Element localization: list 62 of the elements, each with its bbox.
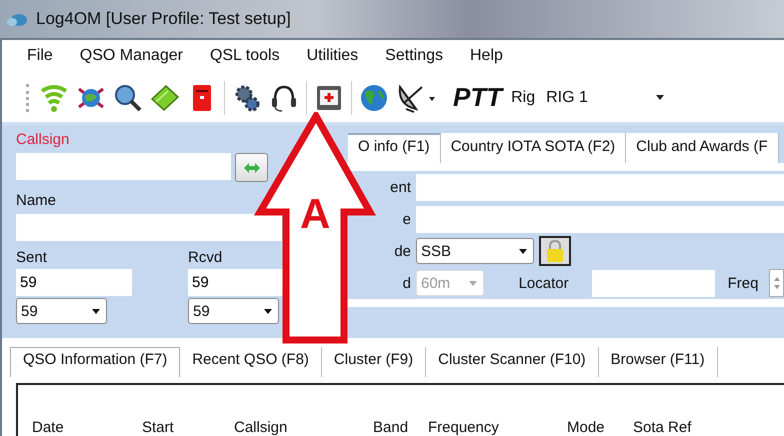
menu-item[interactable]: Help: [470, 47, 503, 74]
tab[interactable]: Cluster (F9): [322, 347, 426, 377]
locator-label: Locator: [518, 274, 569, 292]
rcvd-label: Rcvd: [188, 249, 224, 267]
menu-item[interactable]: File: [27, 47, 53, 74]
menu-item[interactable]: QSO Manager: [80, 47, 183, 74]
sent-input[interactable]: 59: [16, 269, 132, 296]
sent-label: Sent: [16, 249, 48, 267]
tab[interactable]: Club and Awards (F: [626, 133, 779, 163]
caret-icon: [92, 308, 100, 314]
tab[interactable]: Browser (F11): [598, 347, 718, 377]
lookup-button[interactable]: [235, 153, 268, 182]
window-title: Log4OM [User Profile: Test setup]: [36, 9, 291, 29]
rig-label: Rig: [511, 88, 536, 107]
column-header[interactable]: Mode: [567, 419, 633, 436]
search-icon[interactable]: [113, 82, 143, 113]
tab[interactable]: Country IOTA SOTA (F2): [440, 133, 626, 163]
field-label: e: [402, 210, 411, 228]
menu-item[interactable]: Settings: [385, 47, 443, 74]
locator-input[interactable]: [592, 270, 715, 296]
rcvd-dropdown[interactable]: 59: [188, 298, 279, 324]
caret-icon: [656, 95, 664, 100]
tab[interactable]: QSO Information (F7): [10, 347, 180, 377]
padlock-icon: [545, 239, 565, 263]
name-input[interactable]: [16, 214, 282, 241]
rig-dropdown[interactable]: RIG 1: [546, 88, 664, 107]
text-input[interactable]: [416, 174, 784, 200]
mode-dropdown[interactable]: SSB: [416, 238, 534, 264]
mode-label: de: [394, 242, 411, 260]
frequency-spinner[interactable]: [769, 269, 784, 297]
name-label: Name: [16, 192, 58, 210]
column-header[interactable]: Frequency: [428, 419, 567, 436]
column-header[interactable]: Callsign: [234, 419, 373, 436]
lock-button[interactable]: [539, 236, 571, 266]
tab[interactable]: O info (F1): [348, 133, 441, 163]
app-icon: [6, 11, 28, 27]
satellite-dish-icon[interactable]: [396, 82, 438, 113]
field-label: ent: [390, 178, 411, 196]
freq-label: Freq: [728, 274, 758, 292]
toolbar-grip: [26, 84, 32, 112]
column-header[interactable]: Date: [32, 419, 142, 436]
double-arrow-icon: [242, 160, 260, 174]
caret-icon: [468, 280, 477, 286]
callsign-label: Callsign: [16, 131, 70, 149]
column-header[interactable]: Start: [142, 419, 234, 436]
column-header[interactable]: Sota Ref: [633, 419, 782, 436]
menu-item[interactable]: QSL tools: [210, 47, 280, 74]
menu-item[interactable]: Utilities: [306, 47, 358, 74]
tab[interactable]: Cluster Scanner (F10): [426, 347, 599, 377]
sent-dropdown[interactable]: 59: [16, 298, 107, 324]
band-label: d: [402, 274, 411, 292]
text-input[interactable]: [416, 206, 784, 232]
caret-icon: [519, 248, 527, 254]
tab[interactable]: Recent QSO (F8): [180, 347, 322, 377]
globe-icon[interactable]: [359, 82, 389, 113]
rcvd-input[interactable]: 59: [188, 269, 283, 296]
callsign-input[interactable]: [16, 153, 231, 180]
ptt-button[interactable]: PTT: [453, 82, 502, 114]
annotation-letter: A: [300, 193, 330, 235]
book-icon[interactable]: [150, 82, 180, 113]
column-header[interactable]: Band: [373, 419, 428, 436]
caret-icon: [264, 308, 272, 314]
